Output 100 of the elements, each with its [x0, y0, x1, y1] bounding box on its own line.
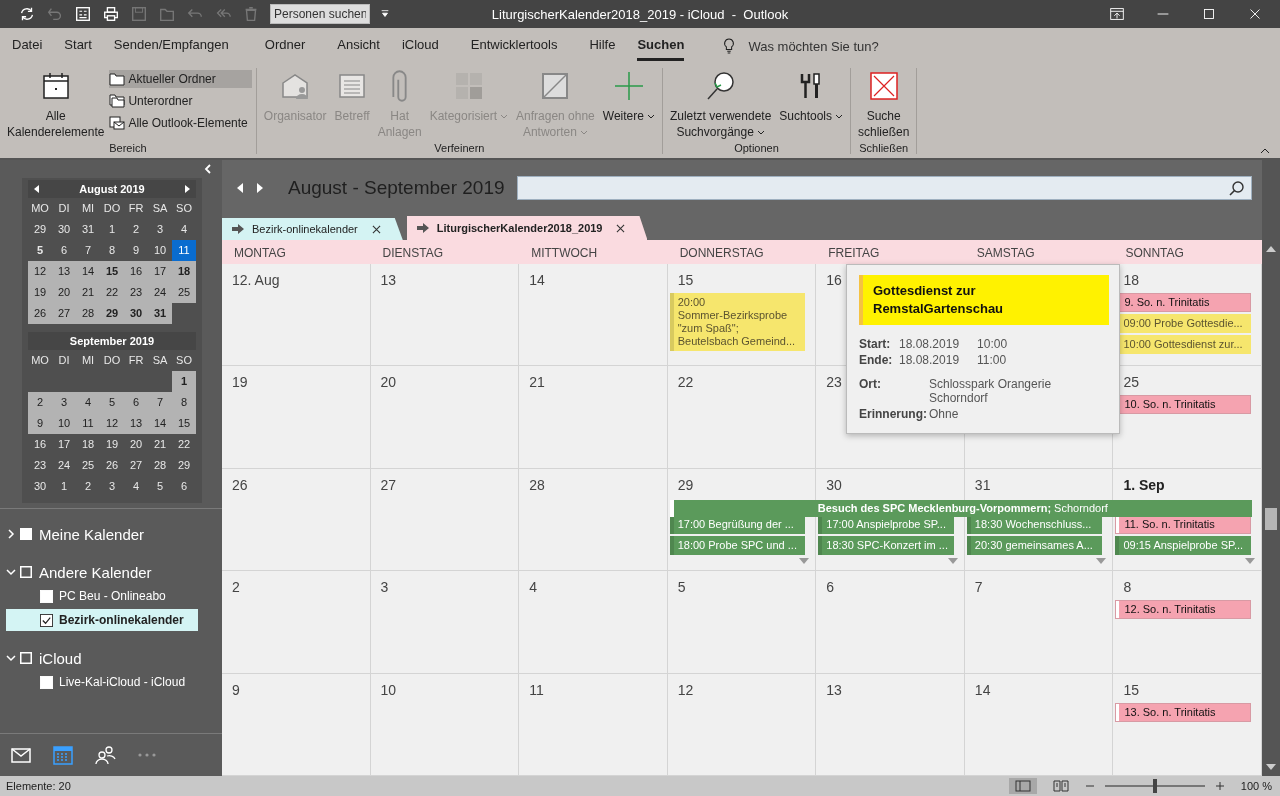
calendar-day[interactable]: 1: [100, 219, 124, 240]
calendar-day[interactable]: 5: [28, 240, 52, 261]
calendar-day[interactable]: 9: [124, 240, 148, 261]
close-icon[interactable]: [616, 223, 626, 233]
calendar-day[interactable]: 14: [148, 413, 172, 434]
menu-tab[interactable]: Suchen: [637, 31, 685, 61]
calendar-day[interactable]: 28: [76, 303, 100, 324]
menu-tab[interactable]: iCloud: [401, 31, 439, 61]
calendar-day[interactable]: 25: [172, 282, 196, 303]
scroll-up-icon[interactable]: [1266, 246, 1276, 252]
previous-month-icon[interactable]: [34, 185, 40, 193]
calendar-day[interactable]: 31: [148, 303, 172, 324]
calendar-day[interactable]: 27: [52, 303, 76, 324]
calendar-day[interactable]: 24: [52, 455, 76, 476]
calendar-day[interactable]: 16: [28, 434, 52, 455]
calendar-tab[interactable]: Bezirk-onlinekalender: [222, 218, 403, 240]
normal-view-icon[interactable]: [1008, 778, 1037, 794]
customize-caret-icon[interactable]: [380, 9, 390, 19]
checkbox[interactable]: [40, 613, 53, 627]
calendar-day[interactable]: 24: [148, 282, 172, 303]
menu-tab[interactable]: Ansicht: [337, 31, 380, 61]
calendar-day[interactable]: 3: [100, 476, 124, 497]
calendar-day[interactable]: 29: [100, 303, 124, 324]
people-icon[interactable]: [94, 744, 116, 766]
calendar-day[interactable]: 8: [100, 240, 124, 261]
expanded-chevron-icon[interactable]: [6, 567, 16, 577]
folder-group-label[interactable]: Meine Kalender: [39, 525, 145, 543]
calendar-day[interactable]: 6: [52, 240, 76, 261]
ribbon-option[interactable]: Aktueller Ordner: [109, 70, 252, 88]
calendar-day[interactable]: 21: [76, 282, 100, 303]
display-options-icon[interactable]: [1108, 5, 1126, 23]
calendar-day[interactable]: 14: [76, 261, 100, 282]
calendar-day[interactable]: 13: [124, 413, 148, 434]
next-month-icon[interactable]: [184, 185, 190, 193]
calendar-day[interactable]: 22: [100, 282, 124, 303]
calendar-list-item[interactable]: PC Beu - Onlineabo: [6, 585, 198, 607]
search-icon[interactable]: [1229, 180, 1245, 196]
search-people-field[interactable]: Personen suchen: [270, 4, 370, 24]
menu-tab[interactable]: Start: [64, 31, 92, 61]
calendar-day[interactable]: 11: [172, 240, 196, 261]
calendar-day[interactable]: 5: [100, 392, 124, 413]
search-field[interactable]: [516, 176, 1252, 200]
calendar-day[interactable]: 23: [28, 455, 52, 476]
calendar-day[interactable]: 9: [28, 413, 52, 434]
folder-group-label[interactable]: Andere Kalender: [39, 563, 152, 581]
calendar-day[interactable]: 27: [124, 455, 148, 476]
ribbon-button[interactable]: Zuletzt verwendete Suchvorgänge: [666, 68, 775, 142]
collapse-pane-icon[interactable]: [204, 164, 212, 174]
calendar-day[interactable]: 4: [172, 219, 196, 240]
calendar-day[interactable]: 30: [124, 303, 148, 324]
calendar-day[interactable]: 15: [100, 261, 124, 282]
calendar-day[interactable]: 1: [52, 476, 76, 497]
calendar-day[interactable]: 21: [148, 434, 172, 455]
calendar-day[interactable]: 11: [76, 413, 100, 434]
calendar-day[interactable]: 17: [148, 261, 172, 282]
menu-tab[interactable]: Senden/Empfangen: [113, 31, 229, 61]
next-icon[interactable]: [256, 183, 264, 193]
calendar-day[interactable]: 7: [148, 392, 172, 413]
calendar-day[interactable]: 22: [172, 434, 196, 455]
calendar-tab[interactable]: LiturgischerKalender2018_2019: [406, 216, 648, 240]
calendar-day[interactable]: 12: [28, 261, 52, 282]
folder-group-label[interactable]: iCloud: [39, 649, 82, 667]
collapsed-chevron-icon[interactable]: [6, 529, 16, 539]
menu-tab[interactable]: Datei: [12, 31, 43, 61]
menu-tab[interactable]: Entwicklertools: [470, 31, 558, 61]
calendar-day[interactable]: 29: [28, 219, 52, 240]
lightbulb-icon[interactable]: [722, 37, 737, 55]
calendar-day[interactable]: 7: [76, 240, 100, 261]
calendar-list-item[interactable]: Live-Kal-iCloud - iCloud: [6, 671, 198, 693]
scrollbar[interactable]: [1262, 160, 1280, 776]
tell-me-field[interactable]: Was möchten Sie tun?: [748, 38, 879, 54]
sync-icon[interactable]: [18, 5, 36, 23]
ribbon-option[interactable]: Alle Outlook-Elemente: [109, 114, 252, 132]
close-icon[interactable]: [371, 224, 381, 234]
calendar-day[interactable]: 30: [52, 219, 76, 240]
calendar-day[interactable]: 26: [100, 455, 124, 476]
calendar-event[interactable]: 12. So. n. Trinitatis: [1115, 600, 1251, 620]
zoom-in-icon[interactable]: [1214, 781, 1225, 791]
calendar-day[interactable]: 19: [28, 282, 52, 303]
calendar-day[interactable]: 17: [52, 434, 76, 455]
calendar-day[interactable]: 16: [124, 261, 148, 282]
calendar-day[interactable]: 13: [52, 261, 76, 282]
calendar-day[interactable]: 19: [100, 434, 124, 455]
calendar-day[interactable]: 3: [148, 219, 172, 240]
calendar-day[interactable]: 20: [124, 434, 148, 455]
calendar-day[interactable]: 31: [76, 219, 100, 240]
calendar-event[interactable]: 13. So. n. Trinitatis: [1115, 702, 1251, 722]
calendar-day[interactable]: 10: [148, 240, 172, 261]
calendar-day[interactable]: 26: [28, 303, 52, 324]
print-icon[interactable]: [102, 5, 120, 23]
ribbon-button[interactable]: Weitere: [599, 68, 658, 142]
ribbon-button[interactable]: Suche schließen: [855, 68, 913, 142]
scrollbar-thumb[interactable]: [1265, 508, 1277, 530]
calendar-day[interactable]: 29: [172, 455, 196, 476]
calendar-day[interactable]: 6: [124, 392, 148, 413]
calendar-day[interactable]: 3: [52, 392, 76, 413]
calendar-day[interactable]: 1: [172, 371, 196, 392]
calendar-day[interactable]: 20: [52, 282, 76, 303]
calendar-day[interactable]: 10: [52, 413, 76, 434]
form-icon[interactable]: [74, 5, 92, 23]
